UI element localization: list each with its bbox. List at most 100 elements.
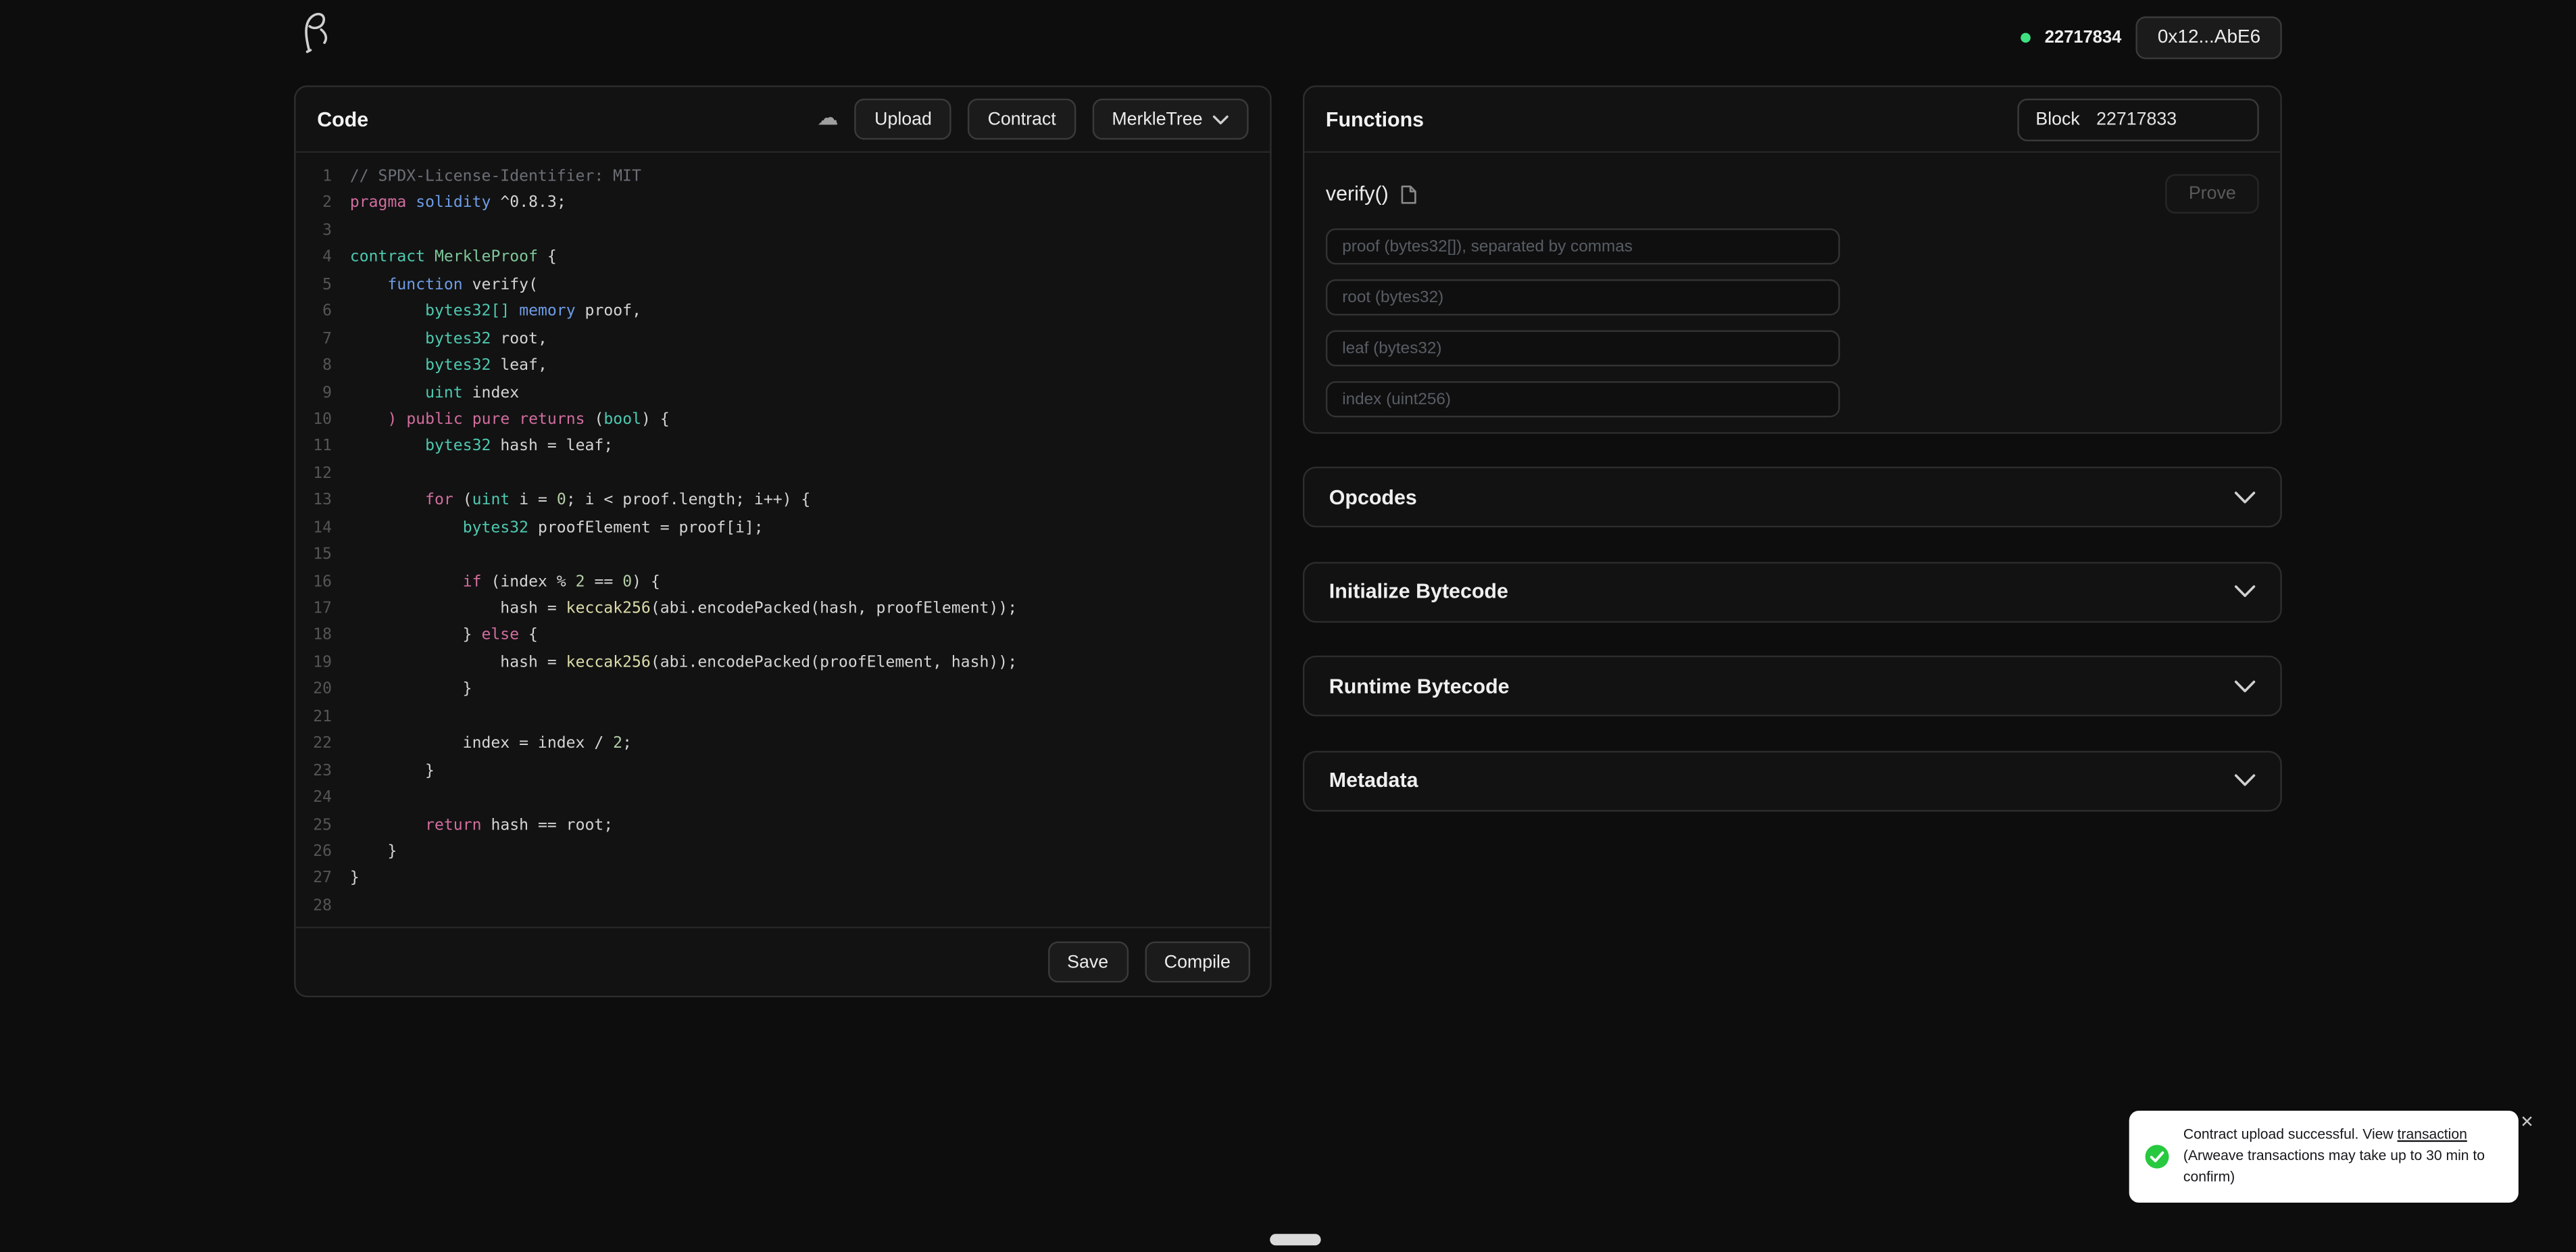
code-line: 22 index = index / 2; bbox=[296, 731, 1270, 759]
code-line: 20 } bbox=[296, 677, 1270, 704]
line-number: 28 bbox=[296, 894, 332, 921]
function-name: verify() bbox=[1326, 183, 1389, 206]
cloud-upload-icon: ☁ bbox=[817, 108, 839, 130]
block-number-input[interactable] bbox=[2080, 99, 2258, 139]
function-arg-inputs bbox=[1326, 228, 2259, 417]
line-number: 20 bbox=[296, 677, 332, 704]
line-number: 5 bbox=[296, 272, 332, 299]
code-line: 17 hash = keccak256(abi.encodePacked(has… bbox=[296, 596, 1270, 623]
transaction-link[interactable]: transaction bbox=[2398, 1126, 2467, 1142]
toast-close-button[interactable]: ✕ bbox=[2520, 1114, 2533, 1132]
line-number: 27 bbox=[296, 867, 332, 894]
code-line: 16 if (index % 2 == 0) { bbox=[296, 569, 1270, 596]
line-number: 4 bbox=[296, 245, 332, 272]
line-number: 17 bbox=[296, 596, 332, 623]
compile-button[interactable]: Compile bbox=[1145, 942, 1250, 983]
toast-message: Contract upload successful. View transac… bbox=[2183, 1124, 2502, 1188]
code-line: 4contract MerkleProof { bbox=[296, 245, 1270, 272]
code-panel-header: Code ☁ Upload Contract MerkleTree bbox=[296, 87, 1270, 153]
line-number: 25 bbox=[296, 813, 332, 840]
chevron-down-icon bbox=[2234, 774, 2256, 787]
wallet-address-button[interactable]: 0x12...AbE6 bbox=[2136, 16, 2282, 59]
upload-button[interactable]: Upload bbox=[855, 99, 951, 140]
function-arg-input-leaf[interactable] bbox=[1326, 331, 1840, 366]
code-line: 24 bbox=[296, 786, 1270, 813]
code-line: 15 bbox=[296, 542, 1270, 569]
code-line: 19 hash = keccak256(abi.encodePacked(pro… bbox=[296, 650, 1270, 677]
line-number: 21 bbox=[296, 704, 332, 731]
code-line: 26 } bbox=[296, 840, 1270, 867]
code-line: 1// SPDX-License-Identifier: MIT bbox=[296, 164, 1270, 191]
code-line: 27} bbox=[296, 867, 1270, 894]
chevron-down-icon bbox=[2234, 585, 2256, 598]
line-number: 18 bbox=[296, 623, 332, 650]
contract-select[interactable]: MerkleTree bbox=[1092, 99, 1248, 140]
code-line: 18 } else { bbox=[296, 623, 1270, 650]
code-line: 6 bytes32[] memory proof, bbox=[296, 299, 1270, 327]
line-number: 19 bbox=[296, 650, 332, 677]
function-arg-input-root[interactable] bbox=[1326, 279, 1840, 315]
code-line: 12 bbox=[296, 461, 1270, 488]
code-panel: Code ☁ Upload Contract MerkleTree 1// SP… bbox=[294, 85, 1272, 997]
app-logo[interactable] bbox=[299, 10, 335, 63]
code-line: 9 uint index bbox=[296, 381, 1270, 408]
section-runtime-bytecode[interactable]: Runtime Bytecode bbox=[1303, 656, 2282, 717]
functions-panel-title: Functions bbox=[1326, 107, 1424, 130]
line-number: 22 bbox=[296, 731, 332, 759]
line-number: 11 bbox=[296, 435, 332, 462]
line-number: 15 bbox=[296, 542, 332, 569]
document-icon[interactable] bbox=[1400, 183, 1418, 205]
line-number: 23 bbox=[296, 759, 332, 786]
section-label: Opcodes bbox=[1329, 485, 1417, 508]
network-status-dot bbox=[2020, 33, 2030, 43]
function-arg-input-index[interactable] bbox=[1326, 381, 1840, 417]
line-number: 24 bbox=[296, 786, 332, 813]
topbar-right: 22717834 0x12...AbE6 bbox=[2020, 16, 2281, 59]
block-label: Block bbox=[2035, 110, 2079, 129]
bottom-drag-handle[interactable] bbox=[1270, 1234, 1320, 1245]
code-line: 25 return hash == root; bbox=[296, 813, 1270, 840]
line-number: 1 bbox=[296, 164, 332, 191]
line-number: 6 bbox=[296, 299, 332, 327]
line-number: 16 bbox=[296, 569, 332, 596]
prove-button[interactable]: Prove bbox=[2166, 174, 2259, 214]
save-button[interactable]: Save bbox=[1047, 942, 1128, 983]
chevron-down-icon bbox=[2234, 679, 2256, 692]
line-number: 12 bbox=[296, 461, 332, 488]
line-number: 14 bbox=[296, 515, 332, 542]
toast-notification: Contract upload successful. View transac… bbox=[2129, 1111, 2519, 1203]
line-number: 26 bbox=[296, 840, 332, 867]
line-number: 10 bbox=[296, 408, 332, 435]
code-editor[interactable]: 1// SPDX-License-Identifier: MIT2pragma … bbox=[296, 153, 1270, 927]
line-number: 13 bbox=[296, 488, 332, 515]
code-line: 11 bytes32 hash = leaf; bbox=[296, 435, 1270, 462]
code-panel-title: Code bbox=[317, 107, 368, 130]
section-opcodes[interactable]: Opcodes bbox=[1303, 466, 2282, 527]
app-root: 22717834 0x12...AbE6 Code ☁ Upload Contr… bbox=[0, 0, 2576, 1252]
code-line: 28 bbox=[296, 894, 1270, 921]
section-metadata[interactable]: Metadata bbox=[1303, 750, 2282, 811]
code-line: 23 } bbox=[296, 759, 1270, 786]
section-label: Runtime Bytecode bbox=[1329, 675, 1510, 698]
contract-button[interactable]: Contract bbox=[968, 99, 1075, 140]
line-number: 8 bbox=[296, 354, 332, 381]
function-row: verify() Prove bbox=[1326, 174, 2259, 214]
functions-panel-header: Functions Block bbox=[1304, 87, 2280, 153]
collapsible-sections: Opcodes Initialize Bytecode Runtime Byteco… bbox=[1303, 466, 2282, 811]
block-input-group: Block bbox=[2018, 98, 2259, 141]
code-line: 5 function verify( bbox=[296, 272, 1270, 299]
section-label: Metadata bbox=[1329, 769, 1418, 792]
code-line: 14 bytes32 proofElement = proof[i]; bbox=[296, 515, 1270, 542]
chevron-down-icon bbox=[2234, 490, 2256, 503]
app-logo-icon bbox=[299, 10, 335, 55]
code-line: 13 for (uint i = 0; i < proof.length; i+… bbox=[296, 488, 1270, 515]
function-arg-input-proof[interactable] bbox=[1326, 228, 1840, 264]
line-number: 7 bbox=[296, 327, 332, 354]
functions-panel-body: verify() Prove bbox=[1304, 153, 2280, 417]
section-label: Initialize Bytecode bbox=[1329, 580, 1508, 603]
code-panel-actions: ☁ Upload Contract MerkleTree bbox=[817, 99, 1249, 140]
functions-panel: Functions Block verify() Prove bbox=[1303, 85, 2282, 433]
line-number: 3 bbox=[296, 218, 332, 245]
section-initialize-bytecode[interactable]: Initialize Bytecode bbox=[1303, 561, 2282, 622]
code-line: 2pragma solidity ^0.8.3; bbox=[296, 191, 1270, 218]
